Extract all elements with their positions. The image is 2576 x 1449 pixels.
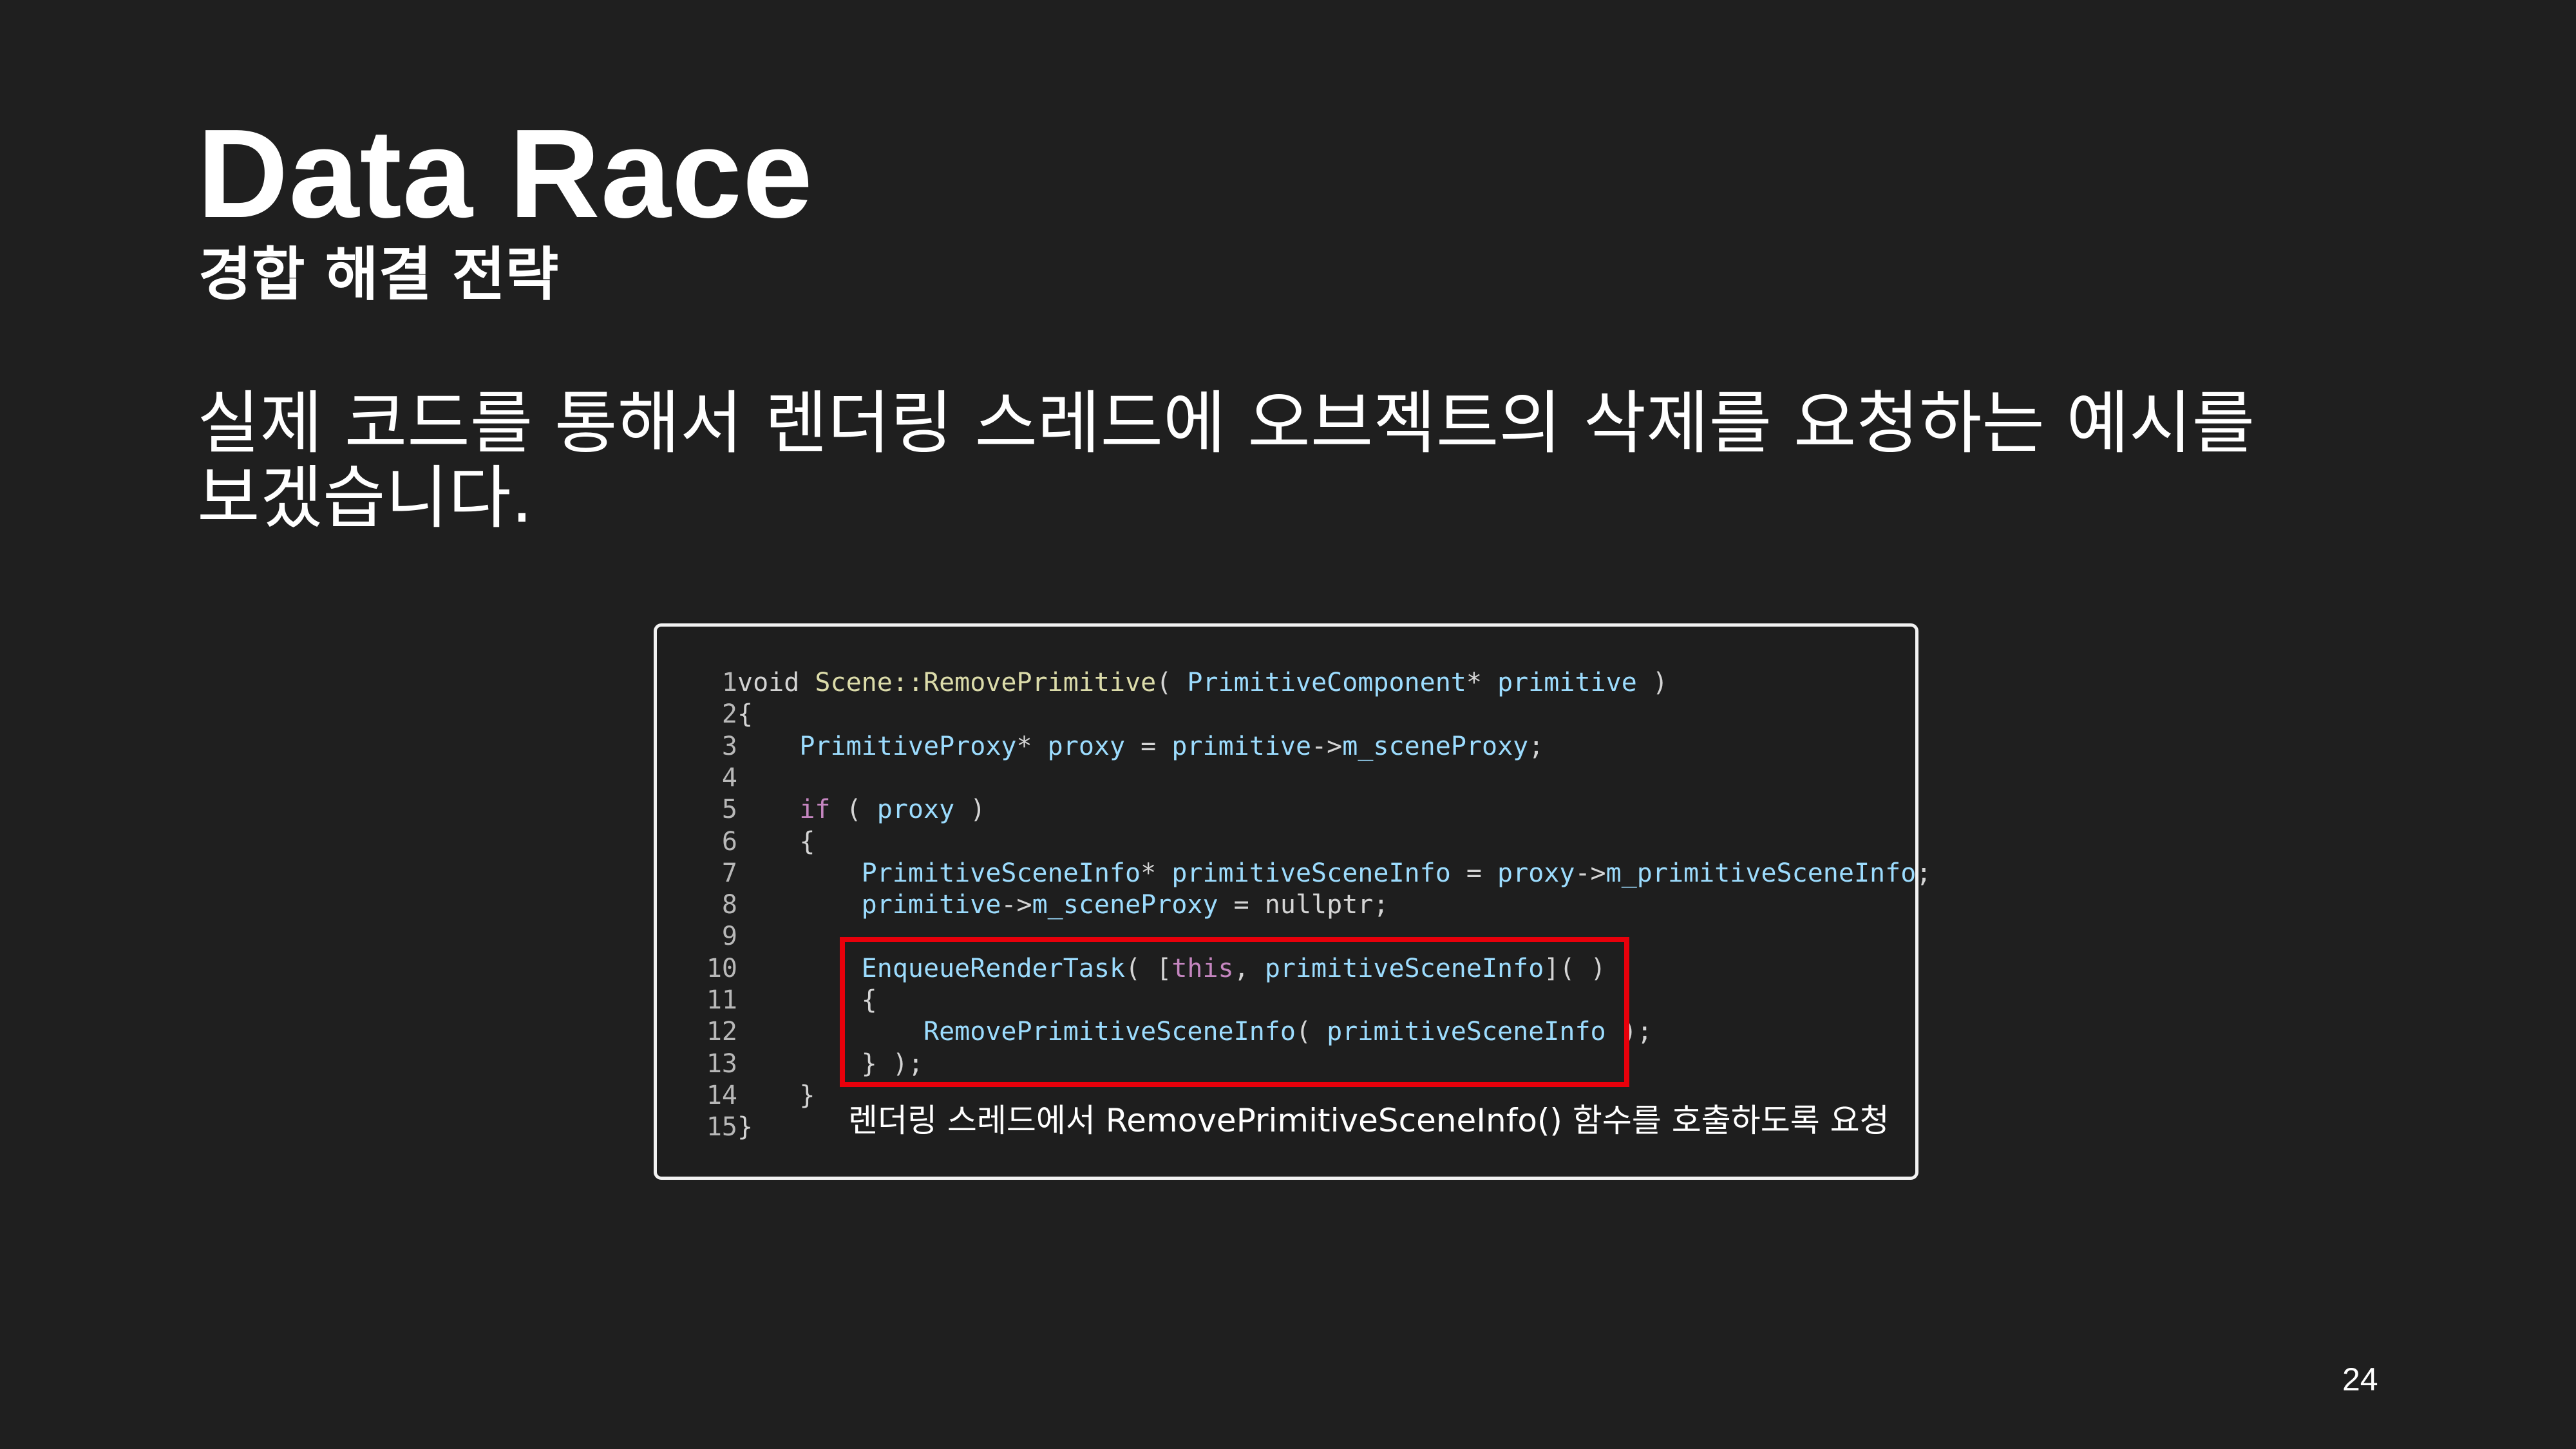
- code-token: }: [737, 1080, 815, 1110]
- line-number: 1: [721, 668, 737, 697]
- line-number: 12: [706, 1017, 737, 1047]
- line-number: 3: [721, 731, 737, 761]
- code-text: PrimitiveSceneInfo* primitiveSceneInfo =…: [737, 857, 1932, 889]
- code-token: *: [1141, 858, 1172, 888]
- code-token: ;: [1916, 858, 1932, 888]
- code-text: }: [737, 1111, 753, 1143]
- code-token: m_primitiveSceneInfo: [1605, 858, 1917, 888]
- code-text: PrimitiveProxy* proxy = primitive->m_sce…: [737, 730, 1544, 762]
- code-token: ->: [1311, 731, 1343, 761]
- code-token: =: [1125, 731, 1172, 761]
- code-text: if ( proxy ): [737, 793, 985, 826]
- code-token: PrimitiveProxy: [799, 731, 1017, 761]
- line-number: 13: [706, 1048, 737, 1079]
- code-text: {: [737, 826, 815, 858]
- highlight-box: [840, 937, 1629, 1087]
- code-token: ): [954, 795, 986, 825]
- code-token: m_sceneProxy: [1032, 890, 1218, 920]
- code-text: primitive->m_sceneProxy = nullptr;: [737, 889, 1389, 921]
- code-token: ): [1636, 668, 1668, 697]
- code-annotation: 렌더링 스레드에서 RemovePrimitiveSceneInfo() 함수를…: [848, 1102, 1889, 1139]
- code-token: primitiveSceneInfo: [1171, 858, 1451, 888]
- code-token: m_sceneProxy: [1342, 731, 1529, 761]
- slide-body-text: 실제 코드를 통해서 렌더링 스레드에 오브젝트의 삭제를 요청하는 예시를 보…: [197, 384, 2255, 538]
- line-number: 14: [706, 1080, 737, 1110]
- line-number: 5: [721, 795, 737, 825]
- slide-subtitle: 경합 해결 전략: [198, 241, 559, 308]
- line-number: 8: [721, 890, 737, 920]
- code-token: (: [1156, 668, 1188, 697]
- line-number: 2: [721, 699, 737, 730]
- code-token: = nullptr;: [1218, 890, 1389, 920]
- code-token: primitive: [861, 890, 1001, 920]
- code-token: }: [737, 1112, 753, 1142]
- code-token: void: [737, 668, 815, 697]
- code-block: 1 void Scene::RemovePrimitive( PrimitiveC…: [654, 623, 1931, 1180]
- code-token: *: [1016, 731, 1048, 761]
- line-number: 10: [706, 953, 737, 983]
- code-text: {: [737, 698, 753, 730]
- slide-title: Data Race: [197, 103, 813, 244]
- code-text: }: [737, 1079, 815, 1112]
- line-number: 9: [721, 922, 737, 952]
- code-token: ;: [1528, 731, 1544, 761]
- line-number: 4: [721, 762, 737, 793]
- line-number: 7: [721, 858, 737, 888]
- code-token: (: [830, 795, 877, 825]
- code-token: =: [1450, 858, 1498, 888]
- code-token: ->: [1575, 858, 1606, 888]
- code-token: proxy: [1497, 858, 1575, 888]
- code-token: {: [737, 826, 815, 857]
- code-token: if: [799, 795, 831, 825]
- line-number: 6: [721, 826, 737, 857]
- line-number: 11: [706, 985, 737, 1015]
- code-token: PrimitiveSceneInfo: [861, 858, 1141, 888]
- code-token: PrimitiveComponent: [1187, 668, 1466, 697]
- code-token: Scene::RemovePrimitive: [815, 668, 1157, 697]
- code-token: primitive: [1171, 731, 1312, 761]
- line-number: 15: [706, 1112, 737, 1142]
- code-token: {: [737, 699, 753, 730]
- code-token: proxy: [1047, 731, 1126, 761]
- code-token: *: [1466, 668, 1498, 697]
- code-token: ->: [1001, 890, 1032, 920]
- page-number: 24: [2342, 1361, 2378, 1397]
- code-token: proxy: [876, 795, 955, 825]
- code-token: primitive: [1497, 668, 1637, 697]
- code-text: void Scene::RemovePrimitive( PrimitiveCo…: [737, 667, 1668, 699]
